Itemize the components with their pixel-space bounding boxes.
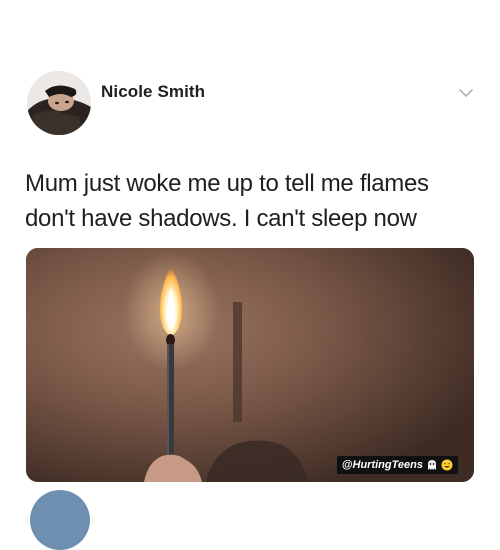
avatar-photo [27,71,91,135]
tweet-text-line: don't have shadows. I can't sleep now [25,205,417,232]
burning-match-photo [26,248,474,482]
laughing-emoji-icon [441,459,453,471]
ghost-emoji-icon [426,459,438,471]
chevron-down-icon[interactable] [458,86,474,98]
watermark-text: @HurtingTeens [341,459,423,471]
watermark-badge: @HurtingTeens [336,456,458,474]
next-tweet-avatar[interactable] [30,490,90,550]
author-name[interactable]: Nicole Smith [101,82,205,102]
tweet-text-line: Mum just woke me up to tell me flames [25,170,429,197]
tweet-text: Mum just woke me up to tell me flames do… [25,166,475,236]
avatar[interactable] [27,71,91,135]
tweet-card: Nicole Smith Mum just woke me up to tell… [0,0,500,550]
tweet-media-photo[interactable]: @HurtingTeens [26,248,474,482]
